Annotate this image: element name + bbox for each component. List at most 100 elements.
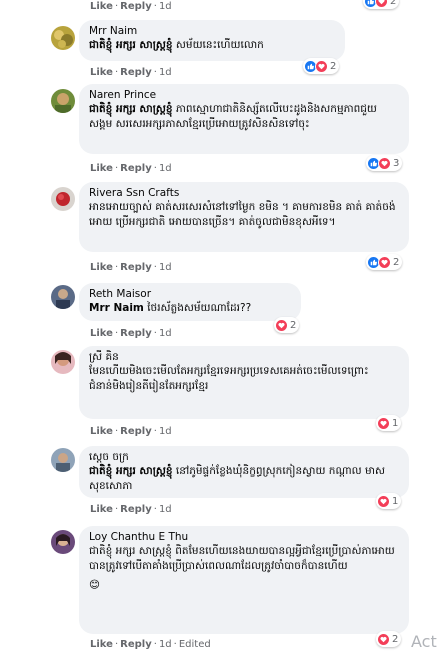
comment-actions: Like · Reply · 1d [90,426,172,437]
avatar[interactable] [51,187,75,211]
reaction-summary[interactable]: 1 [376,493,402,509]
comment-actions: Like · Reply · 1d [90,504,172,515]
comment-bubble: Rivera Ssn Crafts អានអោយច្បាស់ គាត់សរសេរ… [79,182,409,252]
reaction-count: 2 [390,0,397,7]
separator: · [153,1,157,12]
comment-author[interactable]: Loy Chanthu E Thu [89,530,399,544]
avatar[interactable] [51,285,75,309]
comment-bubble: ស្រី គិន មែនហើយមិងចេះមើលតែអក្សរខ្មែរទេអក… [79,346,409,419]
reaction-count: 2 [290,319,297,331]
separator: · [153,262,157,273]
mention-tag[interactable]: ជាតិខ្ញុំ អក្សរ សាស្ត្រខ្ញុំ [89,465,173,477]
emoji-smile-icon: 😊 [89,579,100,591]
comment-bubble: Loy Chanthu E Thu ជាតិខ្ញុំ អក្សរ សាស្ត្… [79,526,409,634]
comment-time[interactable]: 1d [159,262,172,273]
separator: · [153,163,157,174]
avatar[interactable] [51,448,75,472]
comment-thread: Like · Reply · 1d 2 Mrr Naim ជាតិខ្ញុំ អក្សរ… [0,0,442,654]
comment-text: ជាតិខ្ញុំ អក្សរ សាស្ត្រខ្ញុំ សម័យនេះហើយល… [89,38,335,53]
comment-author[interactable]: Naren Prince [89,88,399,102]
reply-link[interactable]: Reply [120,163,152,174]
like-link[interactable]: Like [90,328,113,339]
comment-author[interactable]: Rivera Ssn Crafts [89,186,399,200]
comment-actions: Like · Reply · 1d [90,163,172,174]
like-link[interactable]: Like [90,639,113,650]
separator: · [153,426,157,437]
love-reaction-icon [378,156,391,170]
mention-tag[interactable]: ជាតិខ្ញុំ អក្សរ សាស្ត្រខ្ញុំ [89,39,173,51]
like-link[interactable]: Like [90,1,113,12]
love-reaction-icon [378,255,391,269]
comment-time[interactable]: 1d [159,639,172,650]
reply-link[interactable]: Reply [120,426,152,437]
comment-time[interactable]: 1d [159,426,172,437]
mention-tag[interactable]: ជាតិខ្ញុំ អក្សរ សាស្ត្រខ្ញុំ [89,103,173,115]
love-reaction-icon [377,494,390,508]
comment-author[interactable]: ស្ដេច ចក្រ [89,450,399,464]
like-link[interactable]: Like [90,262,113,273]
reaction-count: 2 [392,633,399,645]
comment-actions: Like · Reply · 1d [90,328,172,339]
reaction-count: 2 [330,60,337,72]
separator: · [153,639,157,650]
comment-text: ជាតិខ្ញុំ អក្សរ សាស្ត្រខ្ញុំ នៅភូមិផ្ទក់… [89,464,399,494]
separator: · [153,504,157,515]
reaction-summary[interactable]: 3 [366,155,403,171]
comment-text: Mrr Naim ថៃរស័ត្លងសម័យណាដែរ?? [89,301,291,316]
reaction-count: 1 [392,417,399,429]
reaction-summary[interactable]: 1 [376,415,402,431]
love-reaction-icon [275,318,288,332]
reply-link[interactable]: Reply [120,504,152,515]
comment-body: ជាតិខ្ញុំ អក្សរ សាស្ត្រខ្ញុំ ពិតមែនហើយនេ… [89,545,395,572]
reply-link[interactable]: Reply [120,67,152,78]
comment-bubble: Reth Maisor Mrr Naim ថៃរស័ត្លងសម័យណាដែរ?… [79,283,301,321]
comment-bubble: Mrr Naim ជាតិខ្ញុំ អក្សរ សាស្ត្រខ្ញុំ សម… [79,20,345,61]
reply-link[interactable]: Reply [120,639,152,650]
avatar[interactable] [51,26,75,50]
comment-body: សម័យនេះហើយលោក [172,39,264,51]
comment-time[interactable]: 1d [159,163,172,174]
mention-tag[interactable]: Mrr Naim [89,302,144,314]
comment-bubble: Naren Prince ជាតិខ្ញុំ អក្សរ សាស្ត្រខ្ញុ… [79,84,409,154]
reaction-count: 3 [393,157,400,169]
comment-time[interactable]: 1d [159,504,172,515]
reaction-summary[interactable]: 2 [274,317,300,333]
separator: · [153,67,157,78]
comment-author[interactable]: Mrr Naim [89,24,335,38]
edited-label: Edited [178,639,211,650]
like-link[interactable]: Like [90,67,113,78]
comment-body: ថៃរស័ត្លងសម័យណាដែរ?? [143,302,252,314]
comment-time[interactable]: 1d [159,328,172,339]
comment-actions: Like · Reply · 1d [90,67,172,78]
love-reaction-icon [377,632,390,646]
avatar[interactable] [51,89,75,113]
comment-actions: Like · Reply · 1d [90,262,172,273]
reaction-summary[interactable]: 2 [366,254,403,270]
separator: · [153,328,157,339]
reply-link[interactable]: Reply [120,328,152,339]
reaction-count: 2 [393,256,400,268]
reaction-count: 1 [392,495,399,507]
avatar[interactable] [51,350,75,374]
reply-link[interactable]: Reply [120,1,152,12]
comment-time[interactable]: 1d [159,67,172,78]
comment-text: ជាតិខ្ញុំ អក្សរ សាស្ត្រខ្ញុំ ភាពស្មោហាជា… [89,102,399,132]
like-link[interactable]: Like [90,426,113,437]
comment-actions: Like · Reply · 1d [90,1,172,12]
comment-body: អានអោយច្បាស់ គាត់សរសេរសំនៅទៅម្ងៃក ខមិន ។… [89,201,396,228]
love-reaction-icon [315,59,328,73]
avatar[interactable] [51,530,75,554]
comment-actions: Like · Reply · 1d · Edited [90,639,211,650]
reaction-summary[interactable]: 2 [363,0,400,9]
like-link[interactable]: Like [90,504,113,515]
reaction-summary[interactable]: 2 [376,631,402,647]
comment-bubble: ស្ដេច ចក្រ ជាតិខ្ញុំ អក្សរ សាស្ត្រខ្ញុំ … [79,446,409,498]
love-reaction-icon [375,0,388,8]
like-link[interactable]: Like [90,163,113,174]
comment-time[interactable]: 1d [159,1,172,12]
comment-body: មែនហើយមិងចេះមើលតែអក្សរខ្មែរទេអក្សរប្រទេស… [89,365,369,392]
reaction-summary[interactable]: 2 [303,58,340,74]
comment-author[interactable]: Reth Maisor [89,287,291,301]
reply-link[interactable]: Reply [120,262,152,273]
comment-author[interactable]: ស្រី គិន [89,350,399,364]
